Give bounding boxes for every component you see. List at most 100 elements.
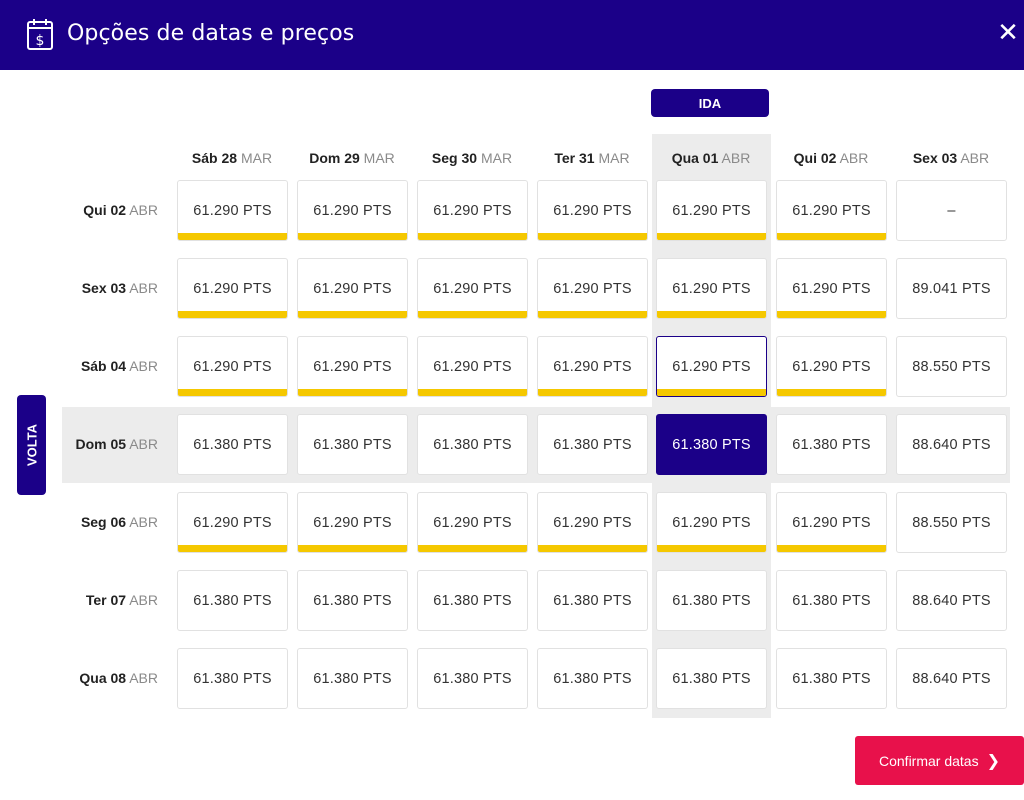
- column-month: ABR: [839, 150, 869, 166]
- price-cell[interactable]: 88.550 PTS: [896, 492, 1007, 553]
- ida-badge: IDA: [651, 89, 769, 117]
- row-day: Dom 05: [75, 436, 127, 452]
- price-cell[interactable]: 61.290 PTS: [417, 258, 528, 319]
- column-header: Dom 29 MAR: [292, 150, 412, 166]
- price-cell[interactable]: 61.290 PTS: [177, 180, 288, 241]
- price-cell[interactable]: 61.380 PTS: [297, 414, 408, 475]
- row-header: Sáb 04 ABR: [40, 358, 158, 374]
- row-day: Sex 03: [81, 280, 127, 296]
- price-cell[interactable]: 61.380 PTS: [537, 414, 648, 475]
- column-header: Qui 02 ABR: [771, 150, 891, 166]
- row-month: ABR: [129, 280, 158, 296]
- column-header: Qua 01 ABR: [651, 150, 771, 166]
- price-cell[interactable]: 61.290 PTS: [776, 336, 887, 397]
- price-cell[interactable]: 61.290 PTS: [297, 258, 408, 319]
- row-header: Dom 05 ABR: [40, 436, 159, 452]
- price-cell[interactable]: 61.290 PTS: [297, 336, 408, 397]
- price-cell[interactable]: 61.290 PTS: [656, 336, 767, 397]
- price-cell[interactable]: 61.380 PTS: [776, 414, 887, 475]
- price-cell[interactable]: 61.290 PTS: [656, 180, 767, 241]
- confirm-dates-label: Confirmar datas: [879, 752, 979, 769]
- price-cell[interactable]: 61.380 PTS: [776, 648, 887, 709]
- volta-label: VOLTA: [24, 423, 39, 467]
- price-cell[interactable]: 61.290 PTS: [537, 336, 648, 397]
- price-cell[interactable]: 61.380 PTS: [177, 570, 288, 631]
- price-cell[interactable]: 88.640 PTS: [896, 414, 1007, 475]
- price-cell[interactable]: 61.290 PTS: [776, 258, 887, 319]
- confirm-dates-button[interactable]: Confirmar datas ❯: [855, 736, 1024, 785]
- column-header: Sáb 28 MAR: [172, 150, 292, 166]
- price-cell[interactable]: 61.380 PTS: [537, 648, 648, 709]
- price-cell[interactable]: 61.380 PTS: [297, 570, 408, 631]
- chevron-right-icon: ❯: [986, 752, 1000, 770]
- price-cell[interactable]: 61.290 PTS: [417, 180, 528, 241]
- price-cell[interactable]: 61.290 PTS: [656, 492, 767, 553]
- price-cell[interactable]: –: [896, 180, 1007, 241]
- column-header: Sex 03 ABR: [891, 150, 1011, 166]
- column-day: Qui 02: [793, 150, 837, 166]
- row-month: ABR: [129, 358, 158, 374]
- row-day: Sáb 04: [80, 358, 127, 374]
- row-month: ABR: [129, 592, 158, 608]
- price-cell[interactable]: 61.380 PTS: [537, 570, 648, 631]
- price-cell[interactable]: 61.290 PTS: [177, 492, 288, 553]
- price-cell[interactable]: 61.290 PTS: [417, 336, 528, 397]
- row-header: Qui 02 ABR: [40, 202, 158, 218]
- row-header: Seg 06 ABR: [40, 514, 158, 530]
- price-cell[interactable]: 61.290 PTS: [177, 258, 288, 319]
- column-month: MAR: [240, 150, 273, 166]
- price-cell[interactable]: 61.290 PTS: [297, 180, 408, 241]
- price-cell[interactable]: 88.640 PTS: [896, 648, 1007, 709]
- price-cell[interactable]: 61.290 PTS: [776, 492, 887, 553]
- row-header: Ter 07 ABR: [40, 592, 158, 608]
- modal-header: $ Opções de datas e preços ✕: [0, 0, 1024, 70]
- column-day: Qua 01: [671, 150, 719, 166]
- price-cell[interactable]: 61.290 PTS: [656, 258, 767, 319]
- price-cell[interactable]: 61.380 PTS: [297, 648, 408, 709]
- row-day: Seg 06: [80, 514, 127, 530]
- column-day: Dom 29: [309, 150, 360, 166]
- price-cell[interactable]: 61.290 PTS: [537, 492, 648, 553]
- price-cell[interactable]: 88.640 PTS: [896, 570, 1007, 631]
- price-cell[interactable]: 61.380 PTS: [417, 570, 528, 631]
- price-cell[interactable]: 61.380 PTS: [776, 570, 887, 631]
- row-day: Ter 07: [85, 592, 127, 608]
- price-cell[interactable]: 61.380 PTS: [417, 648, 528, 709]
- row-month: ABR: [129, 514, 158, 530]
- price-cell[interactable]: 61.290 PTS: [537, 258, 648, 319]
- price-cell[interactable]: 61.380 PTS: [656, 648, 767, 709]
- price-cell[interactable]: 61.290 PTS: [776, 180, 887, 241]
- row-header: Qua 08 ABR: [40, 670, 158, 686]
- price-cell[interactable]: 61.380 PTS: [656, 570, 767, 631]
- calendar-price-icon: $: [27, 19, 53, 50]
- price-cell[interactable]: 61.290 PTS: [537, 180, 648, 241]
- price-cell[interactable]: 61.380 PTS: [417, 414, 528, 475]
- column-month: MAR: [598, 150, 630, 166]
- column-month: ABR: [721, 150, 751, 166]
- column-header: Ter 31 MAR: [532, 150, 652, 166]
- price-cell[interactable]: 88.550 PTS: [896, 336, 1007, 397]
- price-cell[interactable]: 61.380 PTS: [177, 414, 288, 475]
- row-header: Sex 03 ABR: [40, 280, 158, 296]
- row-day: Qui 02: [83, 202, 127, 218]
- column-day: Seg 30: [431, 150, 478, 166]
- price-cell[interactable]: 89.041 PTS: [896, 258, 1007, 319]
- modal-title: Opções de datas e preços: [67, 21, 355, 46]
- price-cell[interactable]: 61.380 PTS: [177, 648, 288, 709]
- row-month: ABR: [129, 670, 158, 686]
- row-month: ABR: [129, 202, 158, 218]
- close-icon[interactable]: ✕: [996, 18, 1020, 48]
- column-header: Seg 30 MAR: [412, 150, 532, 166]
- column-month: MAR: [480, 150, 513, 166]
- row-month: ABR: [129, 436, 158, 452]
- column-day: Ter 31: [554, 150, 595, 166]
- price-cell[interactable]: 61.290 PTS: [417, 492, 528, 553]
- price-cell[interactable]: 61.290 PTS: [177, 336, 288, 397]
- column-month: MAR: [363, 150, 395, 166]
- column-day: Sex 03: [912, 150, 958, 166]
- column-day: Sáb 28: [191, 150, 238, 166]
- price-cell[interactable]: 61.290 PTS: [297, 492, 408, 553]
- svg-text:$: $: [36, 33, 45, 49]
- selected-price-cell[interactable]: 61.380 PTS: [656, 414, 767, 475]
- row-day: Qua 08: [79, 670, 127, 686]
